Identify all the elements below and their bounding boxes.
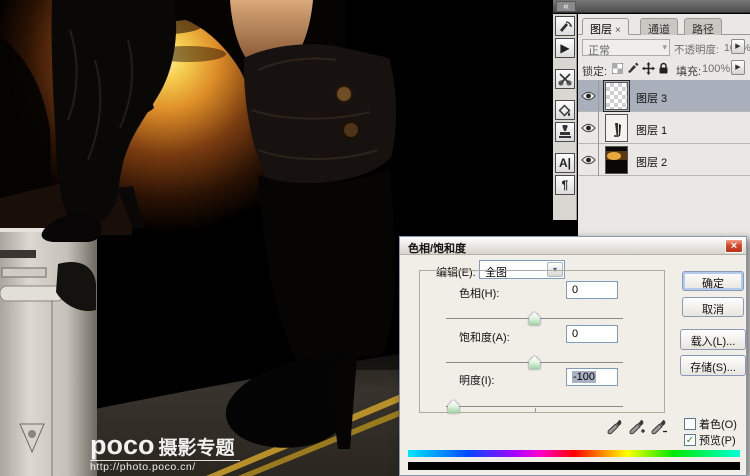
tab-layers-label: 图层 bbox=[590, 24, 612, 36]
eyedropper-subtract-icon[interactable] bbox=[651, 419, 668, 436]
layer-name[interactable]: 图层 1 bbox=[636, 122, 667, 138]
blend-mode-row: 正常 ▾ 不透明度: 100% ▶ bbox=[578, 38, 750, 57]
fill-label: 填充: bbox=[676, 63, 701, 79]
lock-all-icon[interactable] bbox=[656, 61, 670, 75]
panel-tabbar: 图层× 通道 路径 bbox=[578, 18, 750, 35]
watermark: poco摄影专题 http://photo.poco.cn/ bbox=[90, 432, 240, 473]
hue-value: 0 bbox=[572, 284, 578, 296]
layer-thumbnail[interactable] bbox=[605, 146, 628, 174]
paint-bucket-icon[interactable] bbox=[555, 100, 575, 120]
hue-slider-handle[interactable] bbox=[529, 312, 540, 325]
hue-input[interactable]: 0 bbox=[566, 281, 618, 299]
preview-label: 预览(P) bbox=[699, 432, 736, 448]
save-button[interactable]: 存储(S)... bbox=[680, 355, 746, 376]
hue-label: 色相(H): bbox=[459, 285, 499, 301]
lock-move-icon[interactable] bbox=[641, 61, 655, 75]
healing-icon[interactable] bbox=[555, 69, 575, 89]
fill-value[interactable]: 100% bbox=[702, 63, 730, 75]
layer-list: 图层 3 图层 1 图层 2 bbox=[578, 80, 750, 176]
eye-icon bbox=[581, 155, 596, 165]
lock-label: 锁定: bbox=[582, 63, 607, 79]
saturation-input[interactable]: 0 bbox=[566, 325, 618, 343]
notes-tool-icon[interactable]: ¶ bbox=[555, 175, 575, 195]
preview-checkbox[interactable]: ✓ 预览(P) bbox=[684, 432, 736, 448]
colorize-label: 着色(O) bbox=[699, 416, 737, 432]
result-spectrum-bar bbox=[408, 462, 740, 470]
hue-spectrum-bar bbox=[408, 450, 740, 457]
type-tool-icon[interactable]: A| bbox=[555, 153, 575, 173]
checkbox-icon[interactable] bbox=[684, 418, 696, 430]
blend-mode-value: 正常 bbox=[588, 45, 610, 57]
hue-saturation-dialog: 色相/饱和度 × 编辑(E): 全图 ▾ 色相(H): 0 饱和度(A): 0 … bbox=[399, 236, 747, 476]
watermark-url: http://photo.poco.cn/ bbox=[90, 460, 240, 473]
lightness-label: 明度(I): bbox=[459, 372, 494, 388]
lock-transparency-icon[interactable] bbox=[610, 61, 624, 75]
tab-paths[interactable]: 路径 bbox=[684, 18, 722, 35]
visibility-toggle[interactable] bbox=[578, 112, 599, 144]
eye-icon bbox=[581, 91, 596, 101]
tab-close-icon[interactable]: × bbox=[615, 25, 621, 36]
eye-icon bbox=[581, 123, 596, 133]
layer-name[interactable]: 图层 2 bbox=[636, 154, 667, 170]
lightness-input[interactable]: -100 bbox=[566, 368, 618, 386]
toolbox-strip: ▶ A| ¶ bbox=[553, 14, 577, 220]
lightness-slider-track[interactable] bbox=[446, 406, 623, 407]
layer-thumbnail[interactable] bbox=[605, 114, 628, 142]
close-icon[interactable]: × bbox=[725, 239, 743, 253]
collapse-panels-button[interactable]: « bbox=[556, 1, 576, 12]
watermark-brand: poco bbox=[90, 430, 155, 460]
stamp-icon[interactable] bbox=[555, 122, 575, 142]
lock-paint-icon[interactable] bbox=[626, 61, 640, 75]
fill-arrow-button[interactable]: ▶ bbox=[731, 60, 745, 75]
eyedropper-icon[interactable] bbox=[607, 419, 624, 436]
tab-paths-label: 路径 bbox=[692, 24, 714, 36]
tab-channels[interactable]: 通道 bbox=[640, 18, 678, 35]
load-button[interactable]: 载入(L)... bbox=[680, 329, 746, 350]
dialog-title: 色相/饱和度 bbox=[408, 240, 466, 256]
eyedropper-add-icon[interactable] bbox=[629, 419, 646, 436]
tab-channels-label: 通道 bbox=[648, 24, 670, 36]
lightness-value: -100 bbox=[572, 371, 596, 383]
visibility-toggle[interactable] bbox=[578, 144, 599, 176]
watermark-title: 摄影专题 bbox=[159, 438, 235, 459]
photoshop-window: poco摄影专题 http://photo.poco.cn/ « ▶ A| ¶ … bbox=[0, 0, 750, 476]
checkbox-checked-icon[interactable]: ✓ bbox=[684, 434, 696, 446]
lightness-slider-handle[interactable] bbox=[448, 400, 459, 413]
layer-row-1[interactable]: 图层 1 bbox=[578, 112, 750, 144]
layer-thumbnail[interactable] bbox=[605, 82, 628, 110]
history-brush-icon[interactable] bbox=[555, 16, 575, 36]
dialog-titlebar[interactable]: 色相/饱和度 × bbox=[400, 237, 746, 255]
blend-mode-select[interactable]: 正常 ▾ bbox=[582, 39, 670, 56]
layer-name[interactable]: 图层 3 bbox=[636, 90, 667, 106]
opacity-label: 不透明度: bbox=[674, 42, 719, 57]
lock-row: 锁定: 填充: 100% ▶ bbox=[578, 59, 750, 78]
visibility-toggle[interactable] bbox=[578, 80, 599, 112]
layer-row-2[interactable]: 图层 2 bbox=[578, 144, 750, 176]
cancel-button[interactable]: 取消 bbox=[682, 297, 744, 317]
tab-layers[interactable]: 图层× bbox=[582, 18, 629, 35]
layer-row-3[interactable]: 图层 3 bbox=[578, 80, 750, 112]
saturation-slider-handle[interactable] bbox=[529, 356, 540, 369]
adjustment-groupbox bbox=[419, 270, 665, 413]
opacity-arrow-button[interactable]: ▶ bbox=[731, 39, 745, 54]
saturation-label: 饱和度(A): bbox=[459, 329, 510, 345]
ok-button[interactable]: 确定 bbox=[682, 271, 744, 291]
actions-icon[interactable]: ▶ bbox=[555, 38, 575, 58]
saturation-value: 0 bbox=[572, 328, 578, 340]
dock-header: « bbox=[553, 0, 750, 13]
chevron-down-icon: ▾ bbox=[662, 42, 667, 53]
colorize-checkbox[interactable]: 着色(O) bbox=[684, 416, 737, 432]
